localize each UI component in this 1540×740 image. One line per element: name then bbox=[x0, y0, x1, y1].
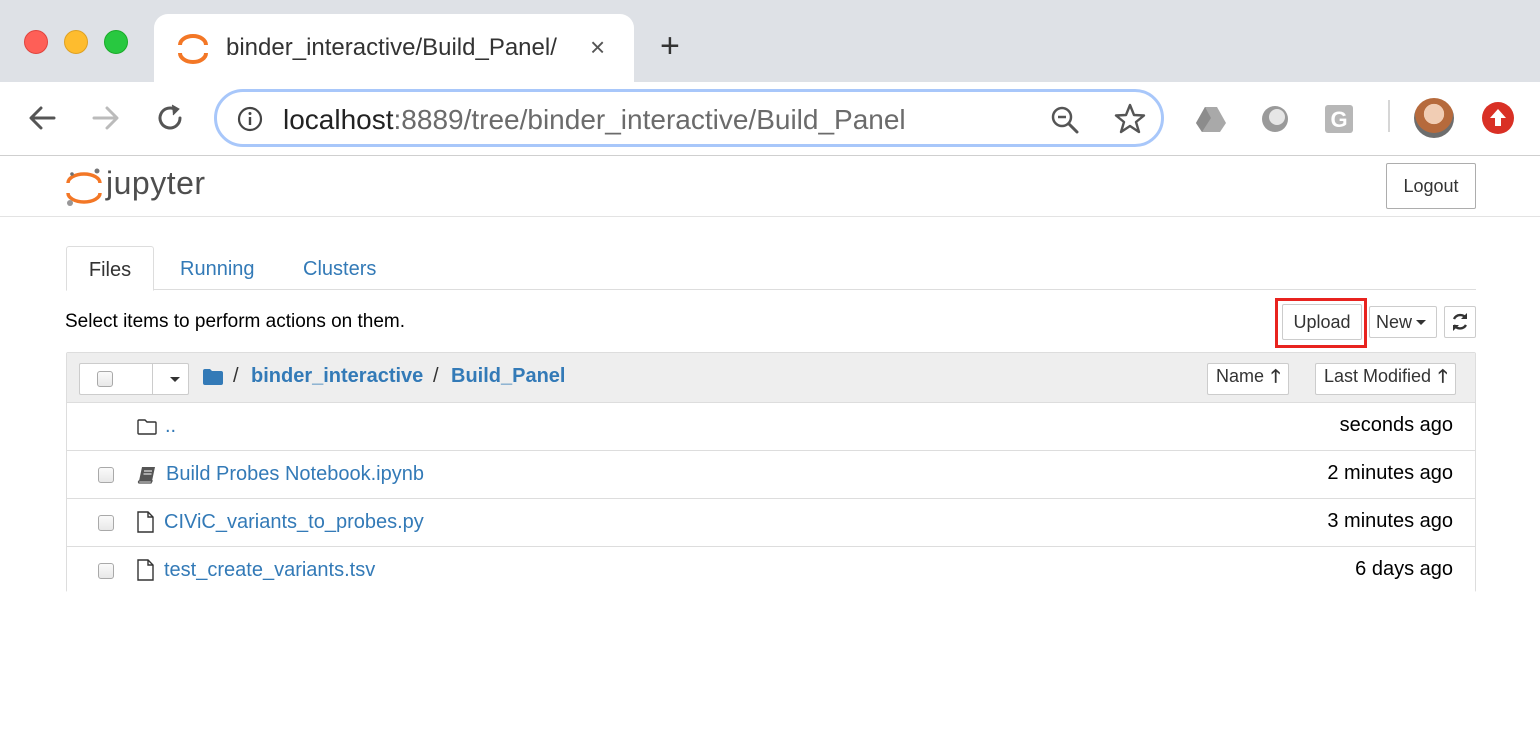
browser-tab[interactable]: binder_interactive/Build_Panel/ × bbox=[154, 14, 634, 84]
g-extension-icon[interactable]: G bbox=[1322, 102, 1356, 136]
row-checkbox[interactable] bbox=[98, 563, 114, 579]
file-list: / binder_interactive / Build_Panel Name … bbox=[66, 352, 1476, 595]
select-all-checkbox[interactable] bbox=[97, 371, 113, 387]
sort-by-name-button[interactable]: Name 🡑 bbox=[1207, 363, 1290, 395]
browser-toolbar: localhost:8889/tree/binder_interactive/B… bbox=[0, 82, 1540, 156]
svg-text:G: G bbox=[1330, 107, 1347, 132]
arrow-up-icon: 🡑 bbox=[1271, 366, 1281, 386]
info-icon[interactable] bbox=[237, 106, 263, 132]
new-tab-button[interactable]: + bbox=[660, 26, 680, 66]
file-name-link[interactable]: CIViC_variants_to_probes.py bbox=[164, 511, 424, 534]
address-bar[interactable]: localhost:8889/tree/binder_interactive/B… bbox=[214, 89, 1164, 147]
reload-icon[interactable] bbox=[152, 100, 188, 136]
list-item[interactable]: .. seconds ago bbox=[67, 403, 1475, 451]
file-list-header: / binder_interactive / Build_Panel Name … bbox=[67, 353, 1475, 403]
new-dropdown-button[interactable]: New bbox=[1369, 306, 1437, 338]
file-modified-time: 3 minutes ago bbox=[1327, 510, 1453, 532]
arrow-up-icon: 🡑 bbox=[1438, 366, 1448, 386]
file-name-link[interactable]: .. bbox=[165, 415, 176, 438]
update-arrow-icon[interactable] bbox=[1482, 102, 1514, 134]
file-modified-time: seconds ago bbox=[1339, 414, 1453, 436]
bookmark-star-icon[interactable] bbox=[1113, 102, 1147, 136]
logout-button[interactable]: Logout bbox=[1386, 163, 1476, 209]
file-icon bbox=[137, 511, 154, 533]
list-item[interactable]: Build Probes Notebook.ipynb 2 minutes ag… bbox=[67, 451, 1475, 499]
sort-by-modified-button[interactable]: Last Modified 🡑 bbox=[1315, 363, 1457, 395]
folder-icon[interactable] bbox=[203, 369, 223, 385]
breadcrumb-separator: / bbox=[433, 365, 439, 387]
new-button-label: New bbox=[1376, 311, 1413, 332]
notebook-icon bbox=[137, 467, 155, 484]
file-name-link[interactable]: test_create_variants.tsv bbox=[164, 559, 375, 582]
jupyter-logo-text[interactable]: jupyter bbox=[106, 165, 206, 202]
file-modified-time: 2 minutes ago bbox=[1327, 462, 1453, 484]
folder-icon bbox=[137, 419, 157, 435]
jupyter-favicon-icon bbox=[178, 34, 208, 64]
tab-clusters[interactable]: Clusters bbox=[303, 246, 376, 290]
close-window-button[interactable] bbox=[24, 30, 48, 54]
back-arrow-icon[interactable] bbox=[24, 100, 60, 136]
circle-extension-icon[interactable] bbox=[1258, 102, 1292, 136]
file-name-link[interactable]: Build Probes Notebook.ipynb bbox=[166, 463, 424, 486]
tab-title: binder_interactive/Build_Panel/ bbox=[226, 34, 557, 61]
tab-files[interactable]: Files bbox=[66, 246, 154, 291]
tab-running[interactable]: Running bbox=[180, 246, 255, 290]
upload-highlight-box bbox=[1275, 298, 1367, 348]
row-checkbox[interactable] bbox=[98, 467, 114, 483]
profile-avatar[interactable] bbox=[1414, 98, 1454, 138]
select-all-dropdown[interactable] bbox=[79, 363, 189, 395]
file-icon bbox=[137, 559, 154, 581]
tab-close-icon[interactable]: × bbox=[590, 32, 605, 62]
refresh-icon bbox=[1452, 313, 1468, 331]
minimize-window-button[interactable] bbox=[64, 30, 88, 54]
zoom-window-button[interactable] bbox=[104, 30, 128, 54]
breadcrumb-item-binder-interactive[interactable]: binder_interactive bbox=[251, 365, 423, 388]
jupyter-logo-icon[interactable] bbox=[64, 165, 104, 209]
list-item[interactable]: test_create_variants.tsv 6 days ago bbox=[67, 547, 1475, 595]
jupyter-header: jupyter Logout bbox=[0, 157, 1540, 217]
file-modified-time: 6 days ago bbox=[1355, 558, 1453, 580]
selection-hint: Select items to perform actions on them. bbox=[65, 311, 406, 332]
dashboard-tabs: Files Running Clusters bbox=[66, 246, 1476, 291]
zoom-out-icon[interactable] bbox=[1049, 104, 1081, 136]
select-divider bbox=[152, 364, 153, 394]
url-text[interactable]: localhost:8889/tree/binder_interactive/B… bbox=[283, 104, 906, 136]
chevron-down-icon[interactable] bbox=[170, 377, 180, 382]
browser-tab-bar: binder_interactive/Build_Panel/ × + bbox=[0, 0, 1540, 84]
forward-arrow-icon[interactable] bbox=[88, 100, 124, 136]
breadcrumb-separator: / bbox=[233, 365, 239, 387]
toolbar-divider bbox=[1388, 100, 1390, 132]
breadcrumb-item-build-panel[interactable]: Build_Panel bbox=[451, 365, 565, 388]
google-drive-extension-icon[interactable] bbox=[1194, 102, 1228, 136]
chevron-down-icon bbox=[1416, 320, 1427, 326]
list-item[interactable]: CIViC_variants_to_probes.py 3 minutes ag… bbox=[67, 499, 1475, 547]
row-checkbox[interactable] bbox=[98, 515, 114, 531]
refresh-button[interactable] bbox=[1444, 306, 1476, 338]
